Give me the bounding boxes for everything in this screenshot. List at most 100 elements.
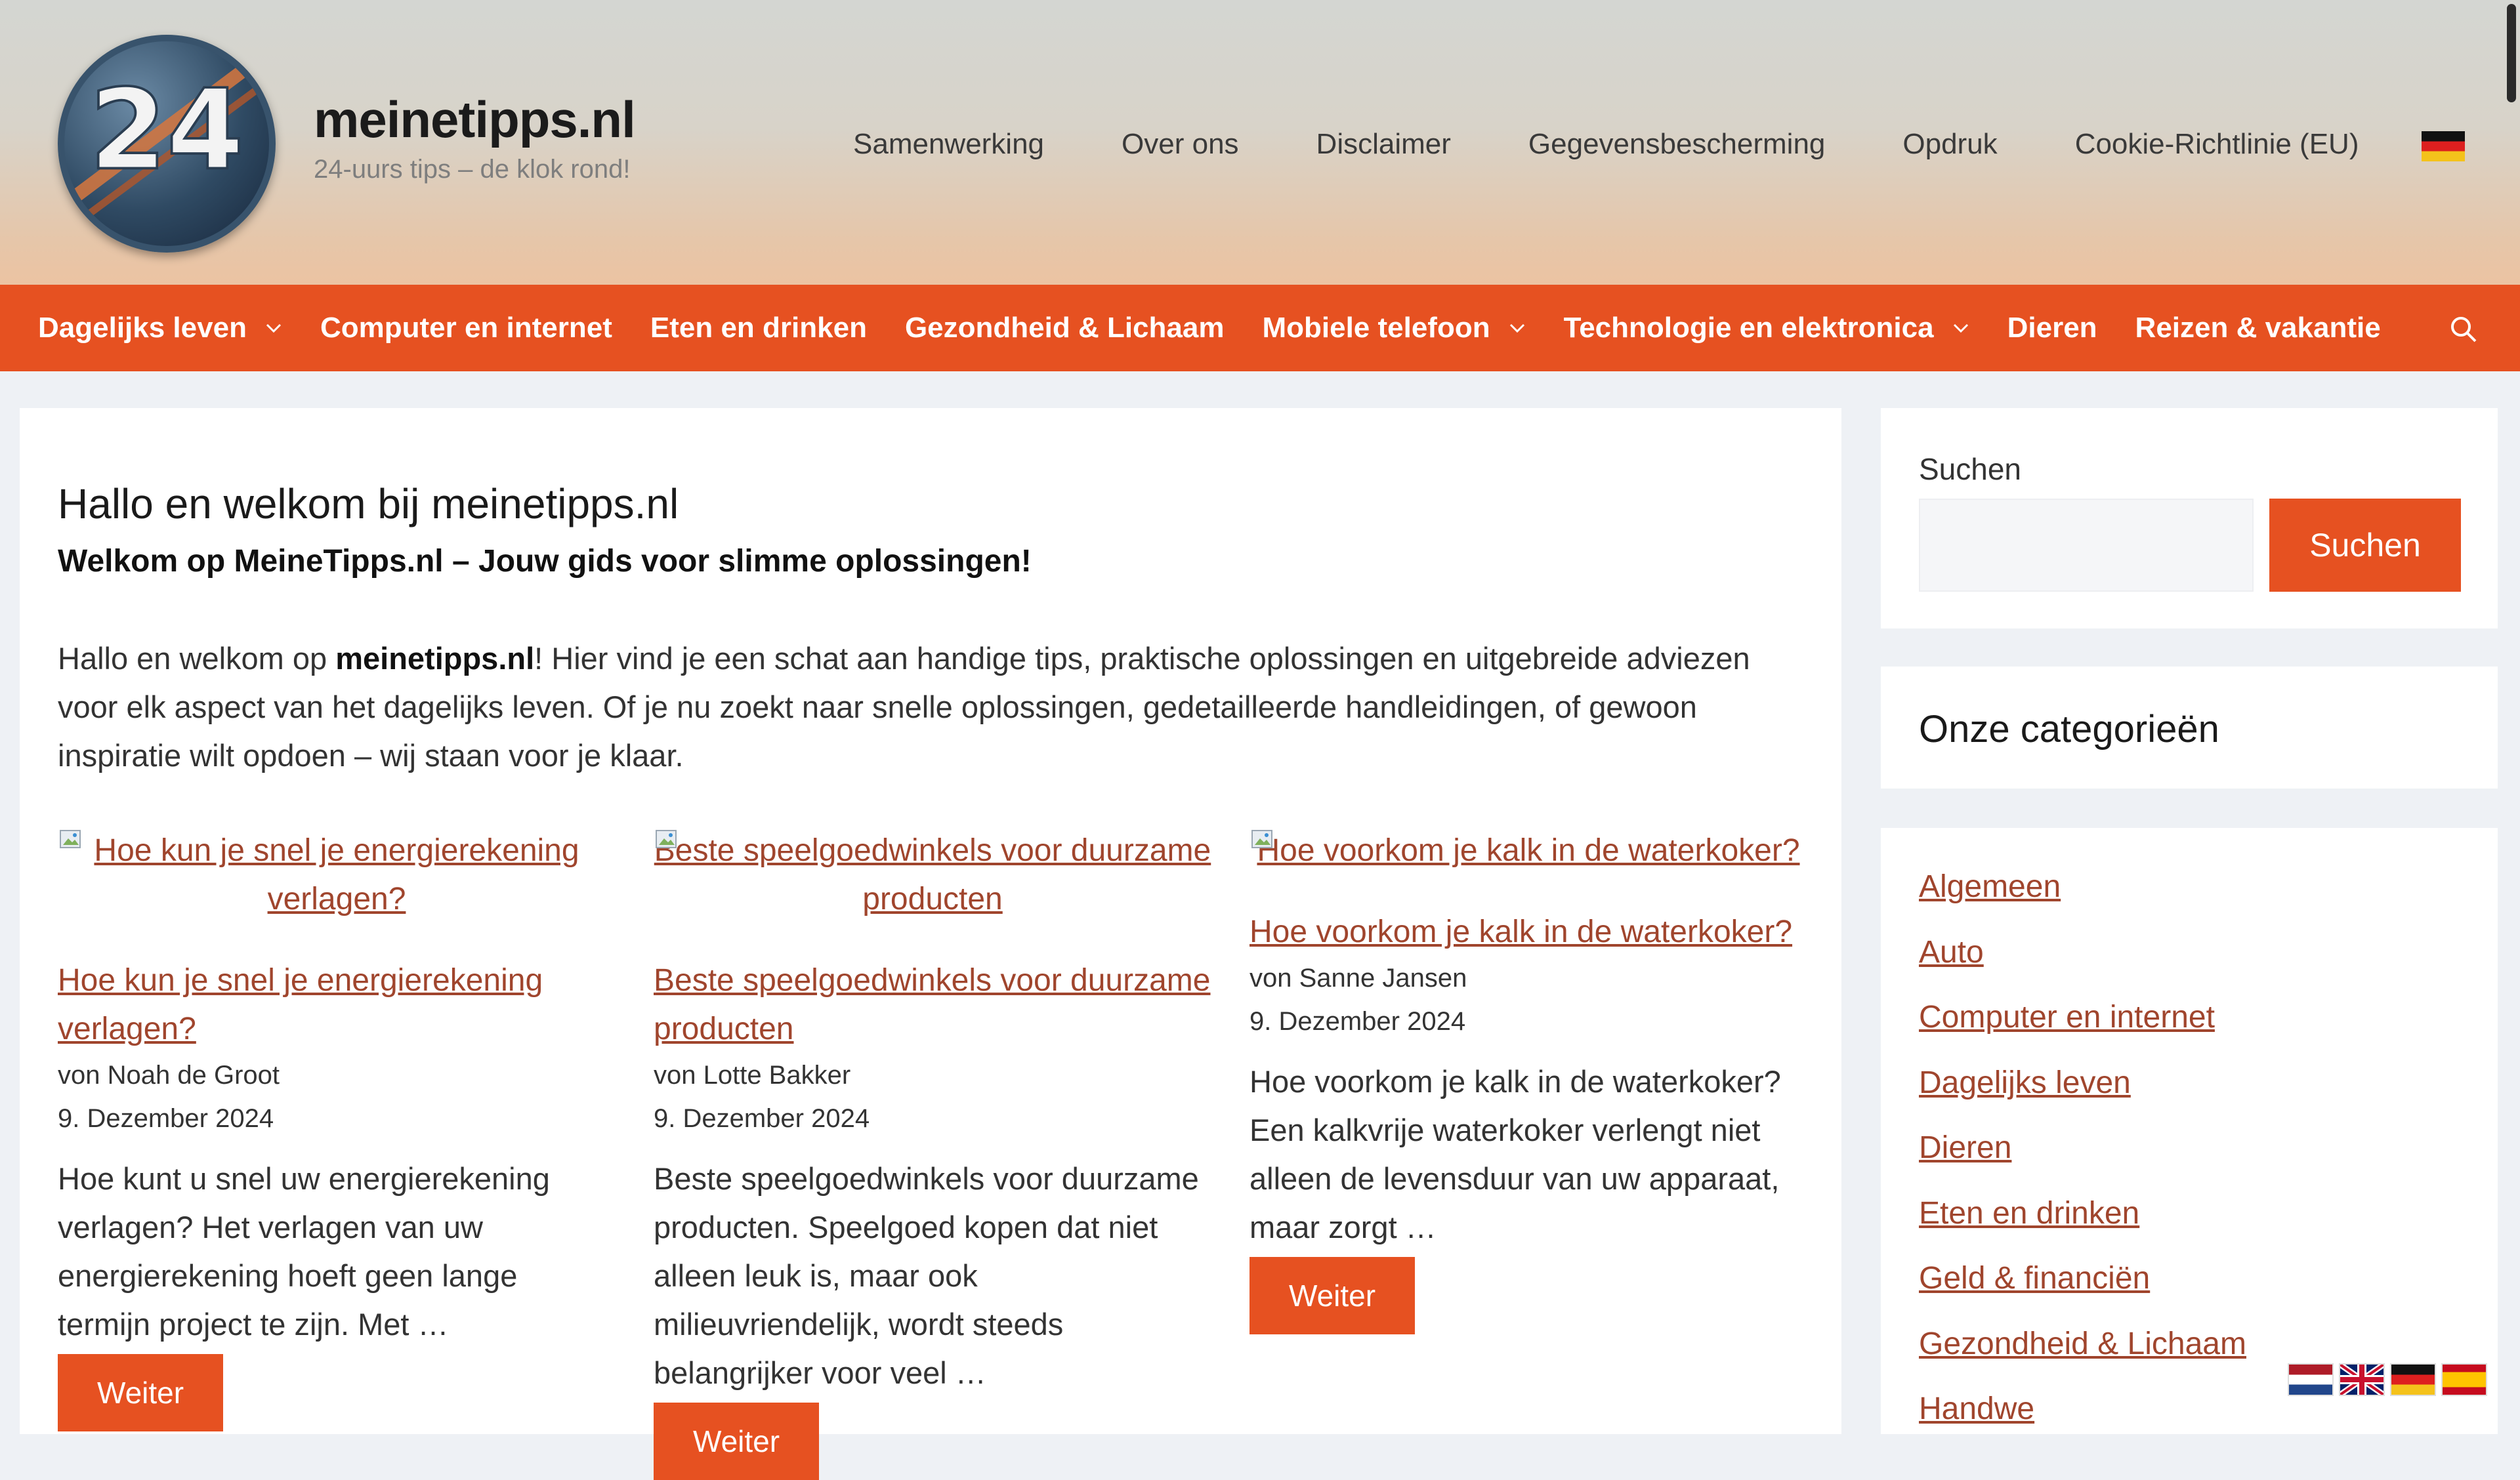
broken-image-icon [656, 830, 677, 848]
list-item: Auto [1919, 934, 2246, 1000]
post-title-link[interactable]: Beste speelgoedwinkels voor duurzame pro… [654, 956, 1211, 1054]
post-excerpt: Hoe voorkom je kalk in de waterkoker? Ee… [1250, 1064, 1781, 1244]
post-image-link[interactable]: Hoe kun je snel je energierekening verla… [58, 827, 616, 924]
list-item: Eten en drinken [1919, 1195, 2246, 1261]
post-card: Hoe voorkom je kalk in de waterkoker? Ho… [1250, 827, 1807, 1334]
post-excerpt: Hoe kunt u snel uw energierekening verla… [58, 1161, 550, 1342]
nav-item-label: Gezondheid & Lichaam [904, 312, 1225, 344]
post-image-alt: Hoe voorkom je kalk in de waterkoker? [1257, 833, 1800, 868]
category-list: Algemeen Auto Computer en internet Dagel… [1919, 869, 2246, 1456]
nav-item-mobiele-telefoon[interactable]: Mobiele telefoon [1262, 312, 1525, 344]
top-navigation: Samenwerking Over ons Disclaimer Gegeven… [853, 125, 2359, 164]
nl-flag-icon[interactable] [2289, 1365, 2332, 1395]
en-flag-icon[interactable] [2340, 1365, 2384, 1395]
category-link[interactable]: Dieren [1919, 1130, 2011, 1165]
read-more-button[interactable]: Weiter [654, 1403, 820, 1480]
intro-strong: meinetipps.nl [335, 641, 535, 676]
post-card: Beste speelgoedwinkels voor duurzame pro… [654, 827, 1211, 1480]
nav-item-label: Computer en internet [320, 312, 612, 344]
categories-heading-widget: Onze categorieën [1881, 667, 2498, 789]
nav-item-label: Eten en drinken [650, 312, 867, 344]
intro-prefix: Hallo en welkom op [58, 641, 336, 676]
post-author: von Lotte Bakker [654, 1061, 851, 1090]
post-author: von Noah de Groot [58, 1061, 280, 1090]
nav-item-dagelijks-leven[interactable]: Dagelijks leven [38, 312, 282, 344]
site-title[interactable]: meinetipps.nl [314, 90, 636, 150]
post-image-alt: Hoe kun je snel je energierekening verla… [94, 833, 579, 916]
post-title-link[interactable]: Hoe kun je snel je energierekening verla… [58, 956, 616, 1054]
category-link[interactable]: Handwe [1919, 1391, 2034, 1426]
list-item: Dagelijks leven [1919, 1065, 2246, 1130]
category-link[interactable]: Computer en internet [1919, 1000, 2215, 1035]
de-flag-icon[interactable] [2422, 131, 2465, 161]
site-header: 24 meinetipps.nl 24-uurs tips – de klok … [0, 0, 2520, 285]
main-content: Hallo en welkom bij meinetipps.nl Welkom… [20, 408, 1841, 1480]
de-flag-icon[interactable] [2391, 1365, 2435, 1395]
scrollbar-thumb[interactable] [2507, 4, 2516, 102]
list-item: Geld & financiën [1919, 1260, 2246, 1326]
list-item: Algemeen [1919, 869, 2246, 934]
nav-item-technologie-en-elektronica[interactable]: Technologie en elektronica [1564, 312, 1969, 344]
logo-text: 24 [89, 65, 243, 194]
nav-item-eten-en-drinken[interactable]: Eten en drinken [650, 312, 867, 344]
search-input[interactable] [1919, 499, 2254, 592]
chevron-down-icon [1953, 323, 1968, 333]
post-author: von Sanne Jansen [1250, 964, 1467, 993]
post-excerpt: Beste speelgoedwinkels voor duurzame pro… [654, 1161, 1199, 1390]
post-date: 9. Dezember 2024 [1250, 1007, 1466, 1036]
post-title-link[interactable]: Hoe voorkom je kalk in de waterkoker? [1250, 908, 1807, 956]
category-link[interactable]: Gezondheid & Lichaam [1919, 1326, 2246, 1361]
search-widget: Suchen Suchen [1881, 408, 2498, 628]
post-card: Hoe kun je snel je energierekening verla… [58, 827, 616, 1431]
list-item: Gezondheid & Lichaam [1919, 1326, 2246, 1391]
post-date: 9. Dezember 2024 [58, 1104, 274, 1133]
top-nav-over-ons[interactable]: Over ons [1122, 128, 1239, 161]
es-flag-icon[interactable] [2443, 1365, 2486, 1395]
category-link[interactable]: Geld & financiën [1919, 1261, 2150, 1296]
nav-item-label: Dieren [2007, 312, 2097, 344]
nav-item-label: Dagelijks leven [38, 312, 247, 344]
nav-item-label: Reizen & vakantie [2135, 312, 2381, 344]
nav-item-label: Technologie en elektronica [1563, 312, 1934, 344]
intro-paragraph: Hallo en welkom op meinetipps.nl! Hier v… [58, 634, 1816, 780]
language-switcher [2289, 1365, 2486, 1395]
nav-item-dieren[interactable]: Dieren [2007, 312, 2097, 344]
site-tagline: 24-uurs tips – de klok rond! [314, 155, 631, 184]
nav-item-reizen-vakantie[interactable]: Reizen & vakantie [2135, 312, 2381, 344]
site-logo[interactable]: 24 [58, 35, 276, 253]
top-nav-gegevensbescherming[interactable]: Gegevensbescherming [1528, 128, 1825, 161]
read-more-button[interactable]: Weiter [1250, 1257, 1416, 1334]
chevron-down-icon [1509, 323, 1524, 333]
top-nav-samenwerking[interactable]: Samenwerking [853, 128, 1044, 161]
broken-image-icon [1251, 830, 1272, 848]
categories-title: Onze categorieën [1919, 708, 2219, 750]
search-button[interactable]: Suchen [2269, 499, 2461, 592]
category-link[interactable]: Eten en drinken [1919, 1196, 2139, 1231]
list-item: Computer en internet [1919, 999, 2246, 1065]
post-image-link[interactable]: Hoe voorkom je kalk in de waterkoker? [1250, 827, 1807, 875]
main-navigation: Dagelijks leven Computer en internet Ete… [0, 285, 2520, 371]
page-title: Hallo en welkom bij meinetipps.nl [58, 480, 679, 527]
top-nav-disclaimer[interactable]: Disclaimer [1316, 128, 1451, 161]
list-item: Dieren [1919, 1130, 2246, 1195]
post-date: 9. Dezember 2024 [654, 1104, 870, 1133]
search-label: Suchen [1919, 452, 2022, 486]
top-nav-cookie-richtlinie[interactable]: Cookie-Richtlinie (EU) [2075, 128, 2359, 161]
post-image-alt: Beste speelgoedwinkels voor duurzame pro… [654, 833, 1211, 916]
scrollbar[interactable] [2500, 0, 2520, 112]
read-more-button[interactable]: Weiter [58, 1354, 224, 1431]
nav-item-gezondheid-lichaam[interactable]: Gezondheid & Lichaam [905, 312, 1225, 344]
chevron-down-icon [266, 323, 282, 333]
post-image-link[interactable]: Beste speelgoedwinkels voor duurzame pro… [654, 827, 1211, 924]
category-link[interactable]: Dagelijks leven [1919, 1065, 2131, 1100]
search-icon[interactable] [2448, 314, 2479, 345]
nav-item-computer-en-internet[interactable]: Computer en internet [320, 312, 612, 344]
category-link[interactable]: Auto [1919, 935, 1984, 970]
broken-image-icon [60, 830, 81, 848]
union-jack-graphic [2340, 1365, 2384, 1395]
nav-item-label: Mobiele telefoon [1262, 312, 1490, 344]
top-nav-opdruk[interactable]: Opdruk [1902, 128, 1997, 161]
list-item: Handwe [1919, 1391, 2246, 1456]
categories-list-widget: Algemeen Auto Computer en internet Dagel… [1881, 828, 2498, 1434]
category-link[interactable]: Algemeen [1919, 869, 2061, 904]
